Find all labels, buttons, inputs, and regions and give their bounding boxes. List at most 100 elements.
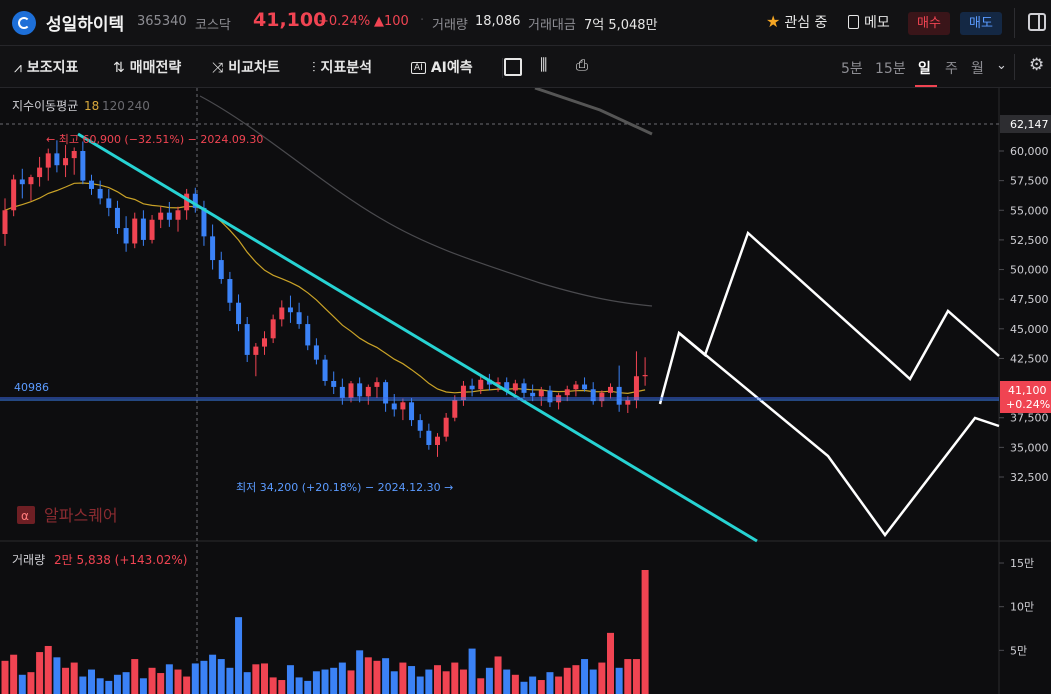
price-tick-label: 32,500 (1010, 471, 1049, 484)
candle-body (210, 236, 216, 261)
volume-bar (226, 667, 234, 694)
volume-bar (581, 659, 589, 694)
candle-body (573, 384, 579, 390)
volume-bar (191, 663, 199, 694)
candle-body (166, 212, 172, 220)
high-annotation: ← 최고 60,900 (−32.51%) − 2024.09.30 (46, 133, 263, 146)
current-price-tag-change: +0.24% (1006, 398, 1050, 411)
strategy-label: 매매전략 (129, 60, 182, 76)
volume-bar (356, 650, 364, 694)
header-divider (1014, 8, 1015, 38)
candle-body (287, 307, 293, 313)
indicators-button[interactable]: ⩘ 보조지표 (14, 57, 78, 77)
side-panel-icon[interactable] (1028, 13, 1046, 31)
candle-body (409, 402, 415, 421)
volume-bar (209, 654, 217, 694)
settings-gear-icon[interactable]: ⚙ (1029, 55, 1044, 75)
volume-bar (252, 664, 260, 694)
volume-tick-label: 5만 (1010, 644, 1027, 657)
volume-bar (390, 671, 398, 694)
volume-bar (148, 667, 156, 694)
analysis-label: 지표분석 (320, 60, 373, 76)
watermark: 알파스퀘어 (44, 506, 118, 525)
candle-body (71, 151, 77, 159)
price-tick-label: 52,500 (1010, 234, 1049, 247)
volume-pane-label: 거래량 (12, 553, 45, 567)
candle-body (28, 177, 34, 185)
current-price: 41,100 (253, 9, 327, 31)
favorite-button[interactable]: ★ 관심 중 (766, 12, 827, 32)
stock-header: 성일하이텍 365340 코스닥 41,100 +0.24% ▲100 · 거래… (0, 0, 1051, 46)
price-tick-label: 35,000 (1010, 441, 1049, 454)
candle-body (348, 383, 354, 398)
candle-body (374, 382, 380, 387)
buy-button[interactable]: 매수 (908, 12, 950, 35)
candle-body (417, 420, 423, 431)
candle-body (244, 324, 250, 355)
candle-body (262, 338, 267, 347)
price-chart[interactable]: 40986 지수이동평균 18 120 240 ← 최고 60,900 (−32… (0, 88, 1051, 694)
chevron-down-icon[interactable]: ⌄ (996, 58, 1007, 73)
ma-legend-period-18: 18 (84, 99, 99, 113)
compare-button[interactable]: ⤨ 비교차트 (212, 57, 280, 77)
volume-bar (261, 663, 268, 694)
candle-body (236, 302, 242, 325)
camera-icon[interactable]: ⎙ (576, 56, 588, 74)
divider-dot: · (420, 13, 425, 28)
volume-bar (477, 678, 485, 694)
volume-bar (10, 654, 18, 694)
candle-body (512, 383, 518, 391)
candle-body (63, 158, 69, 166)
candle (11, 174, 17, 217)
candle-body (270, 319, 276, 339)
volume-bar (572, 665, 580, 694)
candle-body (106, 198, 112, 208)
volume-bar (347, 670, 355, 694)
stock-name[interactable]: 성일하이텍 (46, 10, 124, 35)
candle-body (175, 210, 181, 220)
volume-bar (503, 669, 511, 694)
volume-bar (183, 676, 191, 694)
sell-button[interactable]: 매도 (960, 12, 1002, 35)
candle-body (469, 385, 475, 390)
favorite-label: 관심 중 (784, 15, 828, 31)
alphasquare-logo-glyph: α (21, 509, 29, 523)
volume-bar (546, 672, 554, 694)
current-price-tag-price: 41,100 (1008, 384, 1047, 397)
candle-body (54, 153, 60, 166)
volume-bar (62, 667, 70, 694)
volume-bar (105, 680, 113, 694)
volume-bar (312, 671, 320, 694)
candle-body (313, 345, 319, 360)
candle-body (296, 312, 302, 325)
volume-bar (373, 660, 381, 694)
analysis-button[interactable]: ⫶ 지표분석 (312, 57, 372, 77)
volume-bar (122, 672, 130, 694)
reference-line-label: 40986 (14, 381, 49, 394)
volume-bar (235, 617, 243, 694)
candle-body (279, 307, 285, 320)
candle-body (322, 359, 328, 381)
change-amount: ▲100 (374, 14, 409, 29)
period-month[interactable]: 월 (971, 58, 984, 78)
candle-body (227, 279, 233, 303)
period-day[interactable]: 일 (918, 58, 931, 78)
candle-body (547, 390, 553, 403)
price-tick-label: 37,500 (1010, 412, 1049, 425)
period-5min[interactable]: 5분 (841, 58, 863, 78)
strategy-button[interactable]: ⇅ 매매전략 (113, 57, 181, 77)
candlestick-icon[interactable]: ⫼ (540, 55, 547, 75)
price-tick-label: 45,000 (1010, 323, 1049, 336)
memo-button[interactable]: 메모 (848, 12, 890, 32)
volume-bar (494, 656, 502, 694)
ai-predict-button[interactable]: AI AI예측 (411, 57, 473, 77)
square-chart-icon[interactable] (504, 58, 522, 76)
volume-value: 18,086 (475, 14, 521, 29)
volume-bar (330, 667, 338, 694)
volume-bar (520, 681, 528, 694)
candle-body (616, 386, 622, 405)
period-15min[interactable]: 15분 (875, 58, 906, 78)
indicator-chart-icon: ⩘ (14, 60, 22, 76)
volume-bar (615, 667, 623, 694)
period-week[interactable]: 주 (945, 58, 958, 78)
